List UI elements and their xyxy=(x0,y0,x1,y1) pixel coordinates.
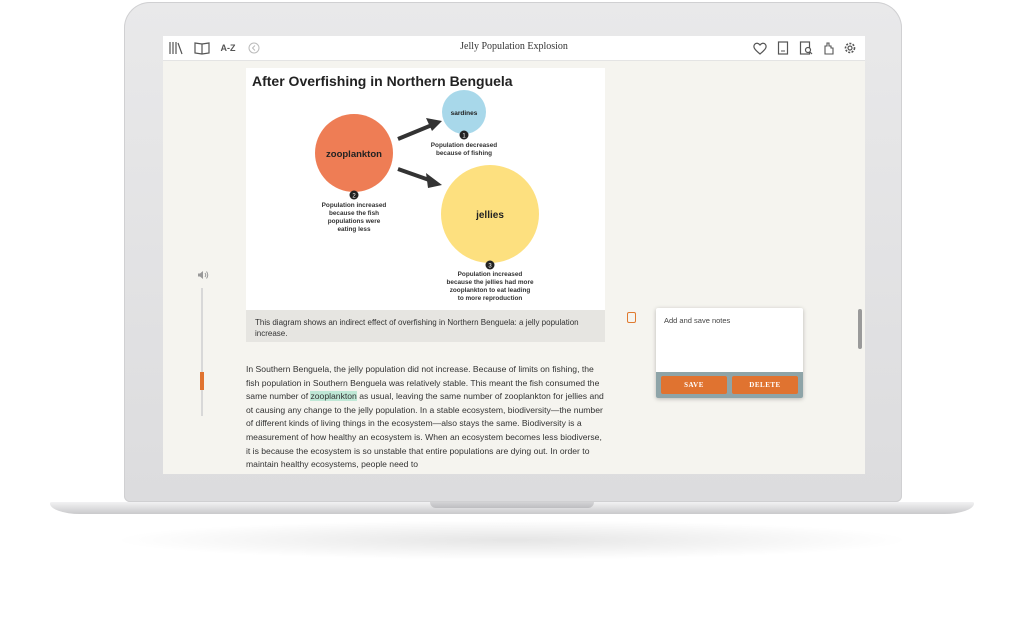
sardines-note-line-1: Population decreased xyxy=(431,142,498,149)
zooplankton-note-line-1: Population increased xyxy=(322,202,387,209)
save-button[interactable]: SAVE xyxy=(661,376,727,394)
volume-icon[interactable] xyxy=(197,270,209,282)
a-z-icon[interactable]: A-Z xyxy=(219,39,237,57)
gear-icon[interactable] xyxy=(841,39,859,57)
jellies-note-line-3: zooplankton to eat leading xyxy=(450,287,531,294)
zooplankton-note-line-3: populations were xyxy=(328,218,381,225)
zooplankton-note-line-2: because the fish xyxy=(329,210,379,217)
body-text-part-2: as usual, leaving the same number of zoo… xyxy=(246,391,604,470)
laptop-shadow xyxy=(110,520,914,560)
jellies-note-line-2: because the jellies had more xyxy=(446,279,533,286)
arrow-to-jellies xyxy=(397,167,442,188)
top-toolbar: A-Z Jelly Population Explosion xyxy=(163,36,865,61)
diagram-caption: This diagram shows an indirect effect of… xyxy=(246,310,605,342)
scrollbar[interactable] xyxy=(858,309,862,349)
notebook-icon[interactable] xyxy=(774,39,792,57)
library-icon[interactable] xyxy=(167,39,185,57)
note-actions: SAVE DELETE xyxy=(656,372,803,398)
note-icon[interactable] xyxy=(627,312,636,323)
highlighted-word[interactable]: zooplankton xyxy=(310,391,357,402)
zooplankton-note-line-4: eating less xyxy=(337,226,370,233)
note-editor: Add and save notes SAVE DELETE xyxy=(656,308,803,398)
jellies-label: jellies xyxy=(475,210,504,221)
jellies-note-line-4: to more reproduction xyxy=(458,295,523,302)
diagram-panel: After Overfishing in Northern Benguela z… xyxy=(246,68,605,340)
sardines-label: sardines xyxy=(451,110,478,117)
book-title: Jelly Population Explosion xyxy=(460,41,568,52)
audio-progress-track[interactable] xyxy=(201,288,203,416)
search-doc-icon[interactable] xyxy=(797,39,815,57)
laptop-notch xyxy=(430,502,594,508)
article-body: In Southern Benguela, the jelly populati… xyxy=(246,363,608,472)
note-input[interactable]: Add and save notes xyxy=(664,316,730,325)
zooplankton-label: zooplankton xyxy=(326,149,382,160)
delete-button[interactable]: DELETE xyxy=(732,376,798,394)
diagram-graphic: zooplankton sardines jellies 1 2 3 Popul… xyxy=(315,90,539,302)
reader-screen: A-Z Jelly Population Explosion After Ove… xyxy=(163,36,865,474)
arrow-to-sardines xyxy=(397,118,442,141)
audio-progress-thumb[interactable] xyxy=(200,372,204,390)
jellies-note-line-1: Population increased xyxy=(458,271,523,278)
hand-icon[interactable] xyxy=(819,39,837,57)
sardines-note-line-2: because of fishing xyxy=(436,150,492,157)
back-icon[interactable] xyxy=(245,39,263,57)
heart-icon[interactable] xyxy=(751,39,769,57)
book-icon[interactable] xyxy=(193,39,211,57)
